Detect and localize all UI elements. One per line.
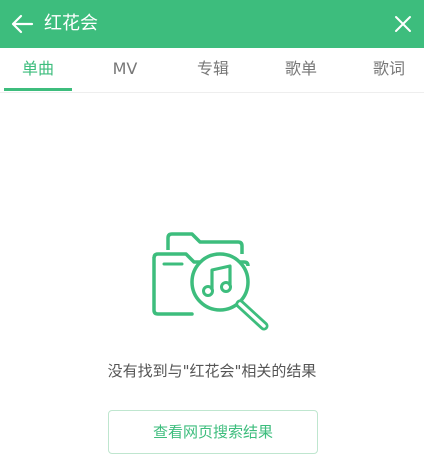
no-results-message: 没有找到与"红花会"相关的结果 xyxy=(107,362,317,380)
active-tab-indicator xyxy=(4,88,72,91)
search-query-title: 红花会 xyxy=(44,13,98,34)
view-web-results-button[interactable]: 查看网页搜索结果 xyxy=(108,410,318,454)
tab-mv[interactable]: MV xyxy=(90,48,160,92)
tab-songs[interactable]: 单曲 xyxy=(4,48,72,92)
search-results-screen: 红花会 单曲 MV 专辑 歌单 歌词 没有找到与"红花会"相关的结果 查看网页搜… xyxy=(0,0,424,460)
tab-playlists[interactable]: 歌单 xyxy=(266,48,336,92)
back-button[interactable] xyxy=(6,9,38,39)
arrow-left-icon xyxy=(11,14,34,34)
close-button[interactable] xyxy=(388,9,418,39)
tab-albums[interactable]: 专辑 xyxy=(178,48,248,92)
top-bar: 红花会 xyxy=(0,0,424,48)
folder-music-search-icon xyxy=(152,232,269,331)
tab-lyrics[interactable]: 歌词 xyxy=(354,48,424,92)
close-icon xyxy=(395,16,411,32)
result-type-tabs: 单曲 MV 专辑 歌单 歌词 xyxy=(0,48,424,93)
